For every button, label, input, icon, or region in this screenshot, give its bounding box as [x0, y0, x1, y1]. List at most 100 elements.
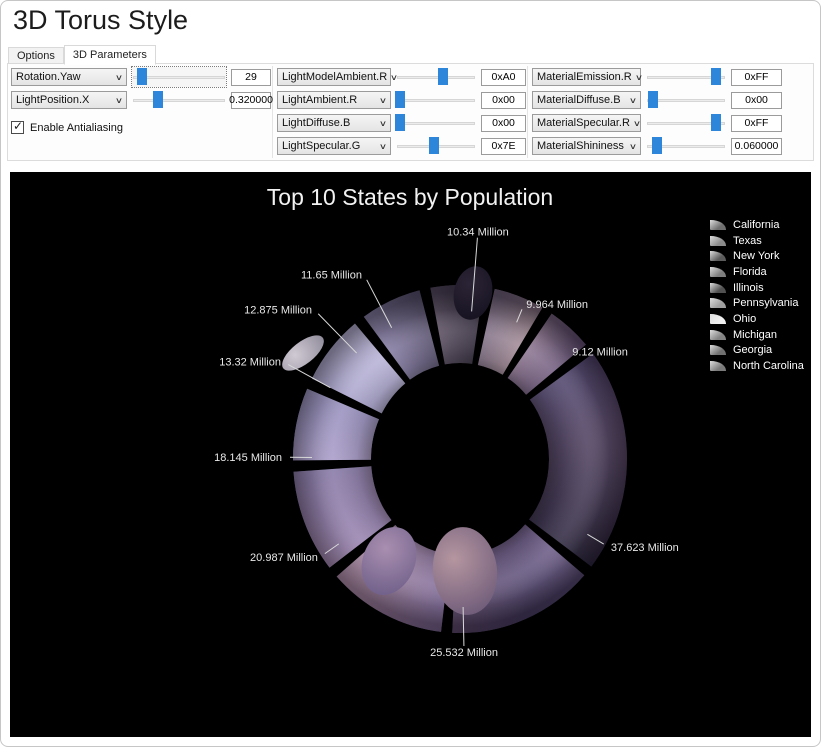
slice-shading: [530, 346, 556, 370]
legend-label: Michigan: [733, 329, 777, 341]
param-select-label: LightAmbient.R: [282, 94, 357, 106]
slider-thumb[interactable]: [711, 68, 721, 85]
tab-bar: Options 3D Parameters: [8, 44, 156, 64]
tab-3d-parameters[interactable]: 3D Parameters: [64, 45, 156, 65]
legend-label: North Carolina: [733, 360, 804, 372]
slice-value-label: 9.12 Million: [572, 346, 628, 358]
slider-thumb[interactable]: [153, 91, 163, 108]
slice-shading: [560, 377, 588, 543]
slider-thumb[interactable]: [711, 114, 721, 131]
rotation-yaw-value[interactable]: 29: [231, 69, 271, 86]
slider-thumb[interactable]: [652, 137, 662, 154]
lightdiffuse-b-value[interactable]: 0x00: [481, 115, 526, 132]
antialiasing-checkbox-label: Enable Antialiasing: [30, 122, 123, 134]
control-row: LightPosition.X∨ 0.320000: [11, 91, 271, 109]
materialspecular-r-slider[interactable]: [646, 113, 726, 133]
legend-slice-icon: [710, 267, 726, 277]
rotation-yaw-select[interactable]: Rotation.Yaw∨: [11, 68, 127, 86]
legend-item-michigan: Michigan: [710, 327, 804, 343]
legend-slice-icon: [710, 298, 726, 308]
column-divider: [272, 66, 273, 158]
lightdiffuse-b-slider[interactable]: [396, 113, 476, 133]
lightambient-r-select[interactable]: LightAmbient.R ∨: [277, 91, 391, 109]
lightspecular-g-value[interactable]: 0x7E: [481, 138, 526, 155]
materialshininess-value[interactable]: 0.060000: [731, 138, 782, 155]
legend-item-ohio: Ohio: [710, 311, 804, 327]
materialdiffuse-b-value[interactable]: 0x00: [731, 92, 782, 109]
materialshininess-slider[interactable]: [646, 136, 726, 156]
slider-track[interactable]: [397, 76, 475, 79]
chevron-down-icon: ∨: [629, 96, 637, 105]
legend-item-texas: Texas: [710, 233, 804, 249]
controls-column-middle: LightModelAmbient.R∨ 0xA0 LightAmbient.R ∨ 0…: [277, 68, 526, 155]
torus-chart-canvas[interactable]: Top 10 States by Population 10.34 Millio…: [10, 172, 811, 737]
lightposition-x-value[interactable]: 0.320000: [231, 92, 271, 109]
legend-item-illinois: Illinois: [710, 280, 804, 296]
slider-thumb[interactable]: [438, 68, 448, 85]
controls-column-right: MaterialEmission.R∨ 0xFF MaterialDiffuse.B…: [532, 68, 782, 155]
slider-thumb[interactable]: [395, 91, 405, 108]
lightambient-r-value[interactable]: 0x00: [481, 92, 526, 109]
legend-label: Texas: [733, 235, 762, 247]
materialemission-r-slider[interactable]: [646, 67, 726, 87]
tab-options[interactable]: Options: [8, 47, 64, 64]
chart-title: Top 10 States by Population: [267, 184, 553, 210]
slice-shading: [332, 404, 343, 460]
slider-thumb[interactable]: [395, 114, 405, 131]
chevron-down-icon: ∨: [379, 96, 387, 105]
legend-label: Ohio: [733, 313, 756, 325]
slice-value-label: 9.964 Million: [526, 299, 588, 311]
slice-shading: [486, 327, 522, 341]
materialemission-r-select[interactable]: MaterialEmission.R∨: [532, 68, 641, 86]
slider-track[interactable]: [647, 99, 725, 102]
slice-value-label: 20.987 Million: [250, 552, 318, 564]
column-divider: [527, 66, 528, 158]
control-row: MaterialDiffuse.B∨ 0x00: [532, 91, 782, 109]
checkmark-icon: ✓: [13, 119, 23, 133]
slice-shading: [387, 328, 429, 348]
legend-item-pennsylvania: Pennsylvania: [710, 295, 804, 311]
param-select-label: LightPosition.X: [16, 94, 89, 106]
slice-shading: [332, 469, 360, 544]
slider-track[interactable]: [397, 99, 475, 102]
slice-value-label: 12.875 Million: [244, 304, 312, 316]
legend-slice-icon: [710, 283, 726, 293]
lightdiffuse-b-select[interactable]: LightDiffuse.B∨: [277, 114, 391, 132]
slider-track[interactable]: [397, 122, 475, 125]
legend-slice-icon: [710, 345, 726, 355]
chevron-down-icon: ∨: [635, 73, 643, 82]
slider-thumb[interactable]: [648, 91, 658, 108]
lightmodelambient-r-value[interactable]: 0xA0: [481, 69, 526, 86]
materialspecular-r-select[interactable]: MaterialSpecular.R∨: [532, 114, 641, 132]
slider-thumb[interactable]: [137, 68, 147, 85]
lightposition-x-select[interactable]: LightPosition.X∨: [11, 91, 127, 109]
chevron-down-icon: ∨: [633, 119, 641, 128]
param-select-label: MaterialShininess: [537, 140, 624, 152]
legend-label: New York: [733, 250, 779, 262]
param-select-label: LightSpecular.G: [282, 140, 360, 152]
lightspecular-g-slider[interactable]: [396, 136, 476, 156]
control-row: LightModelAmbient.R∨ 0xA0: [277, 68, 526, 86]
parameters-panel: Rotation.Yaw∨29LightPosition.X∨0.320000✓…: [7, 63, 814, 161]
legend-label: California: [733, 219, 779, 231]
lightspecular-g-select[interactable]: LightSpecular.G∨: [277, 137, 391, 155]
materialemission-r-value[interactable]: 0xFF: [731, 69, 782, 86]
antialiasing-checkbox[interactable]: ✓: [11, 121, 24, 134]
lightmodelambient-r-select[interactable]: LightModelAmbient.R∨: [277, 68, 391, 86]
chevron-down-icon: ∨: [629, 142, 637, 151]
materialshininess-select[interactable]: MaterialShininess ∨: [532, 137, 641, 155]
chart-legend: CaliforniaTexasNew YorkFloridaIllinoisPe…: [710, 217, 804, 374]
lightposition-x-slider[interactable]: [132, 90, 226, 110]
lightmodelambient-r-slider[interactable]: [396, 67, 476, 87]
slider-track[interactable]: [133, 99, 225, 102]
materialdiffuse-b-select[interactable]: MaterialDiffuse.B∨: [532, 91, 641, 109]
materialdiffuse-b-slider[interactable]: [646, 90, 726, 110]
control-row: MaterialShininess ∨ 0.060000: [532, 137, 782, 155]
rotation-yaw-slider[interactable]: [132, 67, 226, 87]
param-select-label: LightModelAmbient.R: [282, 71, 387, 83]
lightambient-r-slider[interactable]: [396, 90, 476, 110]
slice-value-label: 11.65 Million: [301, 270, 362, 282]
slice-shading: [347, 354, 380, 397]
materialspecular-r-value[interactable]: 0xFF: [731, 115, 782, 132]
slider-thumb[interactable]: [429, 137, 439, 154]
